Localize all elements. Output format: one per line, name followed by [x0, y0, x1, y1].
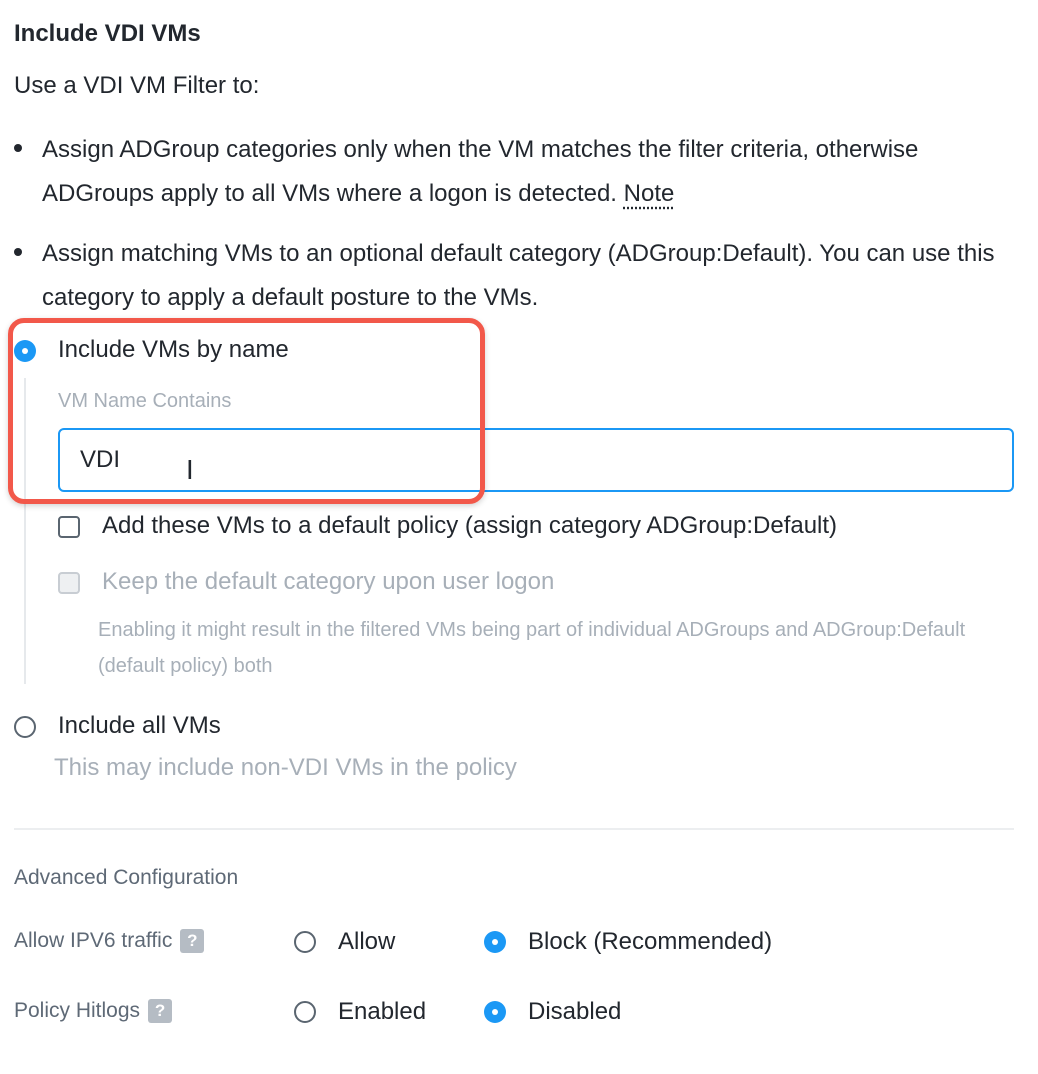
hitlogs-enabled-radio[interactable] — [294, 1001, 316, 1023]
ipv6-allow-label[interactable]: Allow — [338, 928, 395, 956]
ipv6-block-radio[interactable] — [484, 931, 506, 953]
default-policy-checkbox[interactable] — [58, 516, 80, 538]
include-all-help: This may include non-VDI VMs in the poli… — [54, 754, 517, 781]
group-indent-line — [24, 378, 26, 684]
hitlogs-enabled-label[interactable]: Enabled — [338, 998, 426, 1026]
vm-name-field-label: VM Name Contains — [58, 390, 232, 412]
bullet-text: Assign ADGroup categories only when the … — [42, 136, 919, 207]
note-link[interactable]: Note — [624, 180, 675, 207]
section-title: Include VDI VMs — [14, 20, 201, 47]
ipv6-block-label[interactable]: Block (Recommended) — [528, 928, 772, 956]
keep-default-help: Enabling it might result in the filtered… — [98, 619, 966, 677]
question-icon[interactable]: ? — [148, 999, 173, 1023]
include-by-name-radio[interactable] — [14, 340, 36, 362]
hitlogs-label: Policy Hitlogs? — [14, 999, 173, 1023]
vm-name-input[interactable] — [58, 428, 1014, 492]
default-policy-label[interactable]: Add these VMs to a default policy (assig… — [102, 512, 837, 540]
intro-text: Use a VDI VM Filter to: — [14, 72, 260, 99]
ipv6-label-text: Allow IPV6 traffic — [14, 929, 173, 952]
hitlogs-disabled-radio[interactable] — [484, 1001, 506, 1023]
hitlogs-label-text: Policy Hitlogs — [14, 999, 141, 1022]
bullet-text: Assign matching VMs to an optional defau… — [42, 240, 995, 311]
keep-default-checkbox[interactable] — [58, 572, 80, 594]
ipv6-allow-radio[interactable] — [294, 931, 316, 953]
ipv6-label: Allow IPV6 traffic? — [14, 929, 205, 953]
include-all-radio[interactable] — [14, 716, 36, 738]
keep-default-label: Keep the default category upon user logo… — [102, 568, 555, 595]
bullet-dot — [14, 144, 22, 152]
divider — [14, 828, 1014, 830]
bullet-dot — [14, 248, 22, 256]
include-by-name-label[interactable]: Include VMs by name — [58, 336, 289, 364]
question-icon[interactable]: ? — [180, 929, 205, 953]
bullet-item: Assign ADGroup categories only when the … — [14, 128, 1004, 216]
hitlogs-disabled-label[interactable]: Disabled — [528, 998, 621, 1026]
advanced-config-title: Advanced Configuration — [14, 866, 239, 889]
bullet-item: Assign matching VMs to an optional defau… — [14, 232, 1004, 320]
include-all-label[interactable]: Include all VMs — [58, 712, 221, 740]
text-cursor-icon: I — [186, 456, 194, 486]
